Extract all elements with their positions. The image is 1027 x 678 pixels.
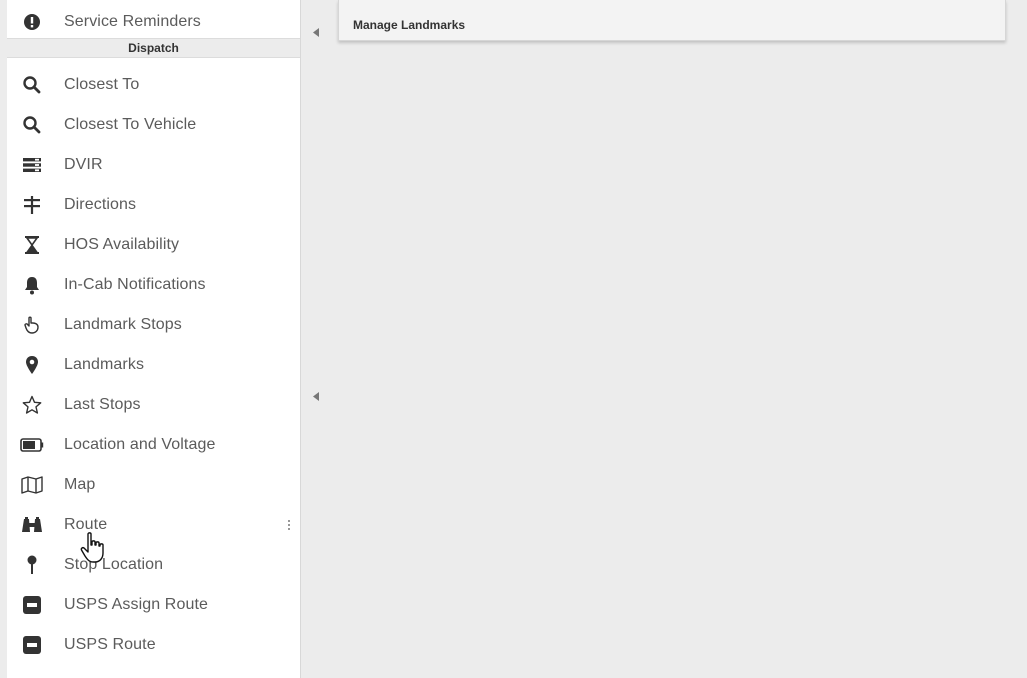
sidebar-item-label: Location and Voltage [64, 436, 216, 453]
sidebar-item-location-and-voltage[interactable]: Location and Voltage [7, 425, 300, 465]
sidebar: Service Reminders Dispatch Closest To Cl… [7, 0, 301, 678]
panel-title: Manage Landmarks [353, 18, 466, 32]
star-outline-icon [20, 393, 44, 417]
square-box-icon [20, 593, 44, 617]
search-icon [20, 73, 44, 97]
hourglass-icon [20, 233, 44, 257]
sidebar-item-dvir[interactable]: DVIR [7, 145, 300, 185]
hand-icon [20, 313, 44, 337]
sidebar-item-label: Landmark Stops [64, 316, 182, 333]
list-icon [20, 153, 44, 177]
sidebar-item-label: Closest To [64, 76, 140, 93]
sidebar-item-route[interactable]: Route [7, 505, 300, 545]
sidebar-item-directions[interactable]: Directions [7, 185, 300, 225]
sidebar-item-service-reminders[interactable]: Service Reminders [7, 0, 300, 38]
sidebar-item-closest-to[interactable]: Closest To [7, 65, 300, 105]
sidebar-item-landmark-stops[interactable]: Landmark Stops [7, 305, 300, 345]
sidebar-item-map[interactable]: Map [7, 465, 300, 505]
sidebar-item-label: Landmarks [64, 356, 145, 373]
sidebar-item-label: HOS Availability [64, 236, 180, 253]
app-window: Service Reminders Dispatch Closest To Cl… [0, 0, 1027, 678]
manage-landmarks-panel: Manage Landmarks [338, 0, 1006, 41]
square-box-icon [20, 633, 44, 657]
sidebar-item-stop-location[interactable]: Stop Location [7, 545, 300, 585]
map-icon [20, 473, 44, 497]
sidebar-item-hos-availability[interactable]: HOS Availability [7, 225, 300, 265]
signpost-icon [20, 193, 44, 217]
sidebar-item-label: DVIR [64, 156, 103, 173]
search-icon [20, 113, 44, 137]
sidebar-item-landmarks[interactable]: Landmarks [7, 345, 300, 385]
binoculars-icon [20, 513, 44, 537]
sidebar-item-label: Closest To Vehicle [64, 116, 197, 133]
collapse-arrow-icon[interactable] [311, 390, 321, 402]
sidebar-item-last-stops[interactable]: Last Stops [7, 385, 300, 425]
sidebar-item-label: Service Reminders [64, 13, 201, 30]
sidebar-item-label: Map [64, 476, 96, 493]
sidebar-item-label: USPS Assign Route [64, 596, 208, 613]
sidebar-item-usps-route[interactable]: USPS Route [7, 625, 300, 665]
section-header-dispatch: Dispatch [7, 38, 300, 58]
sidebar-item-label: Directions [64, 196, 137, 213]
map-pin-icon [20, 353, 44, 377]
battery-icon [20, 433, 44, 457]
sidebar-item-usps-assign-route[interactable]: USPS Assign Route [7, 585, 300, 625]
sidebar-item-closest-to-vehicle[interactable]: Closest To Vehicle [7, 105, 300, 145]
pushpin-icon [20, 553, 44, 577]
sidebar-item-label: Route [64, 516, 108, 533]
sidebar-item-label: In-Cab Notifications [64, 276, 206, 293]
collapse-arrow-icon[interactable] [311, 26, 321, 38]
sidebar-item-in-cab-notifications[interactable]: In-Cab Notifications [7, 265, 300, 305]
bell-icon [20, 273, 44, 297]
more-options-icon[interactable] [285, 516, 293, 534]
sidebar-item-label: USPS Route [64, 636, 156, 653]
alert-circle-icon [20, 10, 44, 34]
sidebar-item-label: Last Stops [64, 396, 141, 413]
sidebar-item-label: Stop Location [64, 556, 164, 573]
